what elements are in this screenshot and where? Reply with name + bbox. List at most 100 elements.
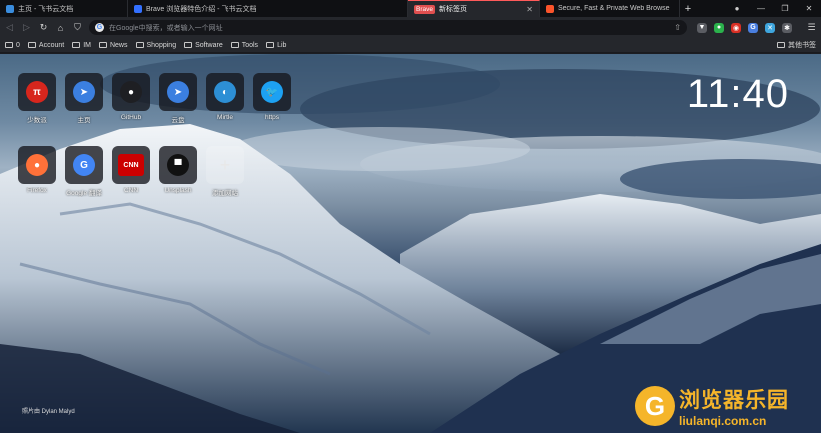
folder-icon [266, 42, 275, 48]
tile-box[interactable]: CNN [112, 146, 150, 184]
feishu-drive-tile[interactable]: ➤ 云盘 [159, 73, 197, 124]
tab-brave-intro[interactable]: Brave 浏览器特色介绍 - 飞书云文档 [128, 0, 408, 17]
cnn-tile[interactable]: CNN CNN [112, 146, 150, 197]
bookmark-folder-software[interactable]: Software [184, 42, 223, 49]
tile-label: Unsplash [164, 187, 192, 194]
folder-icon [27, 42, 36, 48]
new-tab-button[interactable]: + [680, 0, 696, 17]
back-icon[interactable]: ◁ [4, 22, 15, 33]
firefox-tile[interactable]: ● Firefox [18, 146, 56, 197]
tab-feishu-home[interactable]: 主页 - 飞书云文档 [0, 0, 128, 17]
tab-brave-site[interactable]: Secure, Fast & Private Web Browse [540, 0, 680, 17]
clock: 11:40 [686, 72, 789, 116]
tab-title: Secure, Fast & Private Web Browse [558, 5, 670, 12]
extension-green-icon[interactable]: ● [714, 22, 724, 33]
brave-shield-icon[interactable]: ▼ [697, 22, 707, 33]
tile-box[interactable]: + [206, 146, 244, 184]
puzzle-icon[interactable]: ✱ [782, 22, 792, 33]
tile-box[interactable]: ● [18, 146, 56, 184]
bookmark-folder-0[interactable]: 0 [5, 42, 20, 49]
tile-label: 云盘 [171, 117, 185, 124]
extension-blue-icon[interactable]: ✕ [765, 22, 775, 33]
tile-box[interactable]: ◐ [206, 73, 244, 111]
reload-icon[interactable]: ↻ [38, 22, 49, 33]
tile-label: 少数派 [27, 117, 47, 124]
folder-icon [72, 42, 81, 48]
unsplash-tile[interactable]: ▀ Unsplash [159, 146, 197, 197]
tile-box[interactable]: π [18, 73, 56, 111]
bookmark-folder-tools[interactable]: Tools [230, 41, 259, 49]
translate-icon[interactable]: G [748, 22, 758, 33]
unsplash-icon: ▀ [167, 154, 189, 176]
tile-box[interactable]: ➤ [65, 73, 103, 111]
tab-title: 主页 - 飞书云文档 [18, 5, 74, 13]
tile-label: CNN [123, 187, 139, 194]
tile-label: 添加网站 [212, 190, 238, 197]
bookmarks-bar: 0 Account IM News Shopping Software Tools Lib 其… [0, 38, 821, 53]
folder-icon [98, 42, 107, 48]
extensions-area: ▼ ● ◉ G ✕ ✱ [697, 22, 792, 33]
bookmark-label: Shopping [146, 41, 177, 49]
bookmark-label: Account [38, 41, 65, 49]
watermark-logo-icon: G [635, 386, 675, 426]
twitter-tile[interactable]: 🐦 https [253, 73, 291, 124]
close-window-icon[interactable]: ✕ [797, 4, 821, 13]
tile-label: https [264, 114, 280, 121]
bookmark-folder-news[interactable]: News [98, 41, 128, 49]
google-translate-tile[interactable]: G Google 翻译 [65, 146, 103, 197]
close-tab-icon[interactable]: ✕ [522, 5, 533, 14]
tile-box[interactable]: ● [112, 73, 150, 111]
tab-strip: 主页 - 飞书云文档 Brave 浏览器特色介绍 - 飞书云文档 Brave 新… [0, 0, 821, 17]
tile-box[interactable]: ➤ [159, 73, 197, 111]
bookmark-label: IM [83, 41, 91, 49]
profile-icon[interactable]: ● [725, 4, 749, 13]
mirtle-icon: ◐ [214, 81, 236, 103]
tab-new-tab[interactable]: Brave 新标签页 ✕ [408, 0, 540, 17]
bookmark-folder-lib[interactable]: Lib [266, 42, 286, 49]
extension-red-icon[interactable]: ◉ [731, 22, 741, 33]
menu-icon[interactable]: ☰ [806, 22, 817, 33]
other-bookmarks-label: 其他书签 [788, 42, 816, 49]
tile-box[interactable]: 🐦 [253, 73, 291, 111]
sspai-tile[interactable]: π 少数派 [18, 73, 56, 124]
bookmark-label: Tools [241, 41, 259, 49]
google-translate-icon: G [73, 154, 95, 176]
brave-badge: Brave [414, 4, 435, 14]
tile-label: GitHub [120, 114, 142, 121]
mirtle-tile[interactable]: ◐ Mirtle [206, 73, 244, 124]
brave-lion-favicon-icon [546, 4, 554, 13]
github-tile[interactable]: ● GitHub [112, 73, 150, 124]
folder-icon [777, 42, 785, 48]
tile-label: 主页 [77, 117, 91, 124]
bookmark-label: 0 [16, 41, 20, 49]
bookmark-label: Software [195, 41, 223, 49]
bookmark-folder-im[interactable]: IM [72, 42, 91, 49]
maximize-icon[interactable]: ❐ [773, 4, 797, 13]
tile-box[interactable]: ▀ [159, 146, 197, 184]
firefox-icon: ● [26, 154, 48, 176]
folder-icon [230, 42, 239, 48]
address-bar[interactable]: G 在Google中搜索，或者输入一个网址 ⇧ [89, 20, 687, 35]
tile-label: Mirtle [217, 114, 233, 121]
bookmark-label: News [109, 41, 128, 49]
folder-icon [184, 42, 193, 48]
photo-credit[interactable]: 照片由 Dylan Malyd [22, 406, 75, 415]
other-bookmarks[interactable]: 其他书签 [777, 40, 816, 50]
tab-title: 新标签页 [438, 6, 467, 13]
tile-box[interactable]: G [65, 146, 103, 184]
toolbar: ◁ ▷ ↻ ⌂ ⛉ G 在Google中搜索，或者输入一个网址 ⇧ ▼ ● ◉ G ✕ ✱… [0, 17, 821, 38]
top-sites-grid: π 少数派 ➤ 主页 ● GitHub ➤ 云盘 ◐ Mirtle 🐦 https ● Firefox G G… [18, 73, 291, 197]
bookmark-folder-account[interactable]: Account [27, 41, 65, 49]
add-site-tile[interactable]: + 添加网站 [206, 146, 244, 197]
feishu-favicon-icon [6, 4, 14, 13]
bookmark-icon[interactable]: ⛉ [72, 22, 83, 33]
forward-icon[interactable]: ▷ [21, 22, 32, 33]
share-icon[interactable]: ⇧ [674, 23, 681, 32]
bookmark-folder-shopping[interactable]: Shopping [135, 41, 177, 49]
address-placeholder: 在Google中搜索，或者输入一个网址 [109, 24, 223, 32]
minimize-icon[interactable]: — [749, 4, 773, 13]
bookmark-label: Lib [277, 41, 287, 49]
home-icon[interactable]: ⌂ [55, 22, 66, 33]
tile-label: Google 翻译 [66, 190, 102, 197]
feishu-home-tile[interactable]: ➤ 主页 [65, 73, 103, 124]
